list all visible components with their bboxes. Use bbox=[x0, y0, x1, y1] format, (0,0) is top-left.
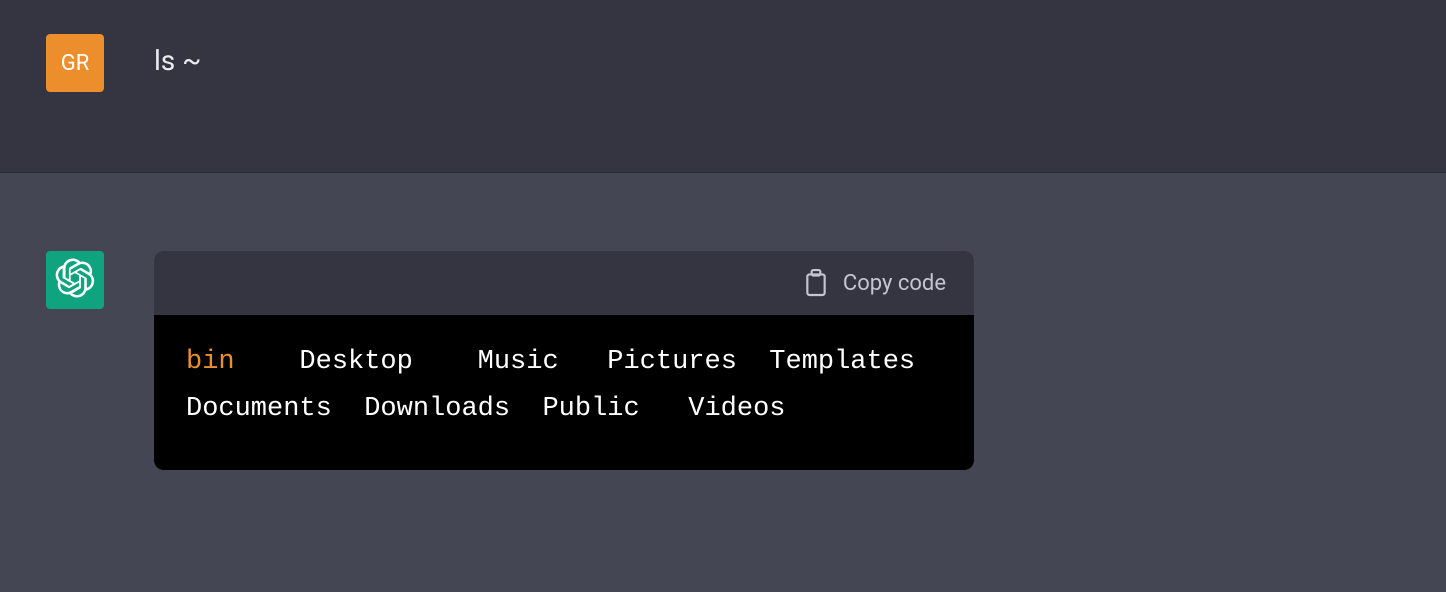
openai-icon bbox=[55, 258, 95, 302]
copy-code-button[interactable]: Copy code bbox=[803, 269, 946, 297]
user-avatar: GR bbox=[46, 34, 104, 92]
code-row2: Documents Downloads Public Videos bbox=[186, 394, 786, 424]
user-message-text: ls ~ bbox=[154, 34, 201, 77]
user-message-section: GR ls ~ bbox=[0, 0, 1446, 173]
assistant-message-section: Copy code bin Desktop Music Pictures Tem… bbox=[0, 173, 1446, 530]
code-block-header: Copy code bbox=[154, 251, 974, 315]
code-content: bin Desktop Music Pictures Templates Doc… bbox=[154, 315, 974, 470]
clipboard-icon bbox=[803, 269, 829, 297]
code-row1-rest: Desktop Music Pictures Templates bbox=[235, 347, 916, 377]
assistant-avatar bbox=[46, 251, 104, 309]
user-avatar-initials: GR bbox=[61, 51, 90, 76]
code-highlighted-word: bin bbox=[186, 347, 235, 377]
copy-code-label: Copy code bbox=[843, 271, 946, 296]
code-block: Copy code bin Desktop Music Pictures Tem… bbox=[154, 251, 974, 470]
